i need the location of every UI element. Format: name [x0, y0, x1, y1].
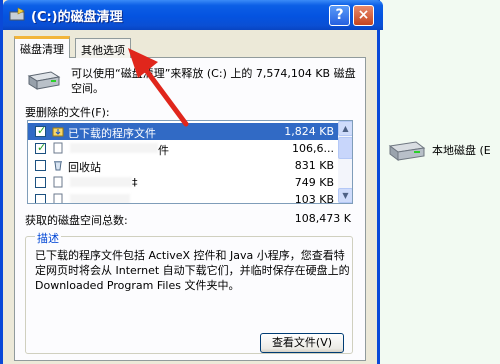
- scroll-down-icon[interactable]: ▼: [338, 188, 352, 203]
- files-to-delete-label: 要删除的文件(F):: [25, 106, 110, 119]
- desktop-background: [380, 0, 500, 364]
- local-disk-icon[interactable]: [386, 138, 426, 164]
- total-space-label: 获取的磁盘空间总数:: [25, 214, 128, 227]
- description-title: 描述: [35, 230, 61, 246]
- redacted-text: [70, 177, 132, 187]
- disk-cleanup-icon: [9, 7, 25, 21]
- file-checkbox[interactable]: ✓: [35, 141, 47, 154]
- file-checkbox[interactable]: [35, 177, 46, 188]
- list-scrollbar[interactable]: ▲ ▼: [338, 121, 352, 203]
- file-row[interactable]: 回收站 831 KB: [28, 157, 338, 174]
- file-icon: [53, 176, 63, 188]
- file-size: 1,824 KB: [284, 125, 334, 138]
- file-icon: [53, 193, 63, 203]
- file-row[interactable]: ✓ 件 106,6...: [28, 140, 338, 157]
- file-size: 106,6...: [292, 142, 334, 155]
- description-text: 已下载的程序文件包括 ActiveX 控件和 Java 小程序，您查看特定网页时…: [35, 249, 350, 292]
- local-disk-label[interactable]: 本地磁盘 (E: [432, 142, 491, 158]
- tab-disk-cleanup[interactable]: 磁盘清理: [14, 36, 70, 58]
- file-checkbox[interactable]: [35, 160, 46, 171]
- title-bar[interactable]: (C:)的磁盘清理 ? ×: [3, 0, 383, 30]
- file-name: 件: [158, 144, 169, 157]
- file-size: 749 KB: [294, 176, 334, 189]
- drive-icon: [27, 71, 61, 90]
- file-row[interactable]: ✓ 已下载的程序文件 1,824 KB: [28, 123, 338, 140]
- checkmark-icon: ✓: [37, 141, 47, 154]
- help-button[interactable]: ?: [329, 5, 350, 26]
- intro-text: 可以使用“磁盘清理”来释放 (C:) 上的 7,574,104 KB 磁盘空间。: [71, 67, 356, 95]
- file-icon: [53, 142, 63, 154]
- scroll-thumb[interactable]: [338, 137, 352, 159]
- files-list[interactable]: ✓ 已下载的程序文件 1,824 KB ✓ 件 106,6... 回收站 831…: [27, 120, 353, 204]
- recycle-bin-icon: [54, 161, 62, 171]
- scroll-up-icon[interactable]: ▲: [338, 121, 352, 136]
- file-checkbox[interactable]: [35, 194, 46, 203]
- file-name: 已下载的程序文件: [68, 127, 156, 140]
- window-title: (C:)的磁盘清理: [31, 10, 123, 25]
- file-name: 回收站: [68, 161, 101, 174]
- file-row[interactable]: 103 KB: [28, 191, 338, 204]
- redacted-text: [70, 194, 130, 203]
- file-name: ‡: [132, 176, 138, 189]
- checkmark-icon: ✓: [37, 124, 47, 137]
- disk-cleanup-window: (C:)的磁盘清理 ? × 磁盘清理 其他选项 可以使用“磁盘清理”来释放 (C…: [0, 0, 383, 364]
- view-files-button[interactable]: 查看文件(V): [260, 333, 344, 353]
- folder-download-icon: [52, 127, 64, 137]
- total-space-value: 108,473 K: [294, 212, 351, 225]
- file-checkbox[interactable]: ✓: [35, 124, 47, 137]
- file-row[interactable]: ‡ 749 KB: [28, 174, 338, 191]
- tab-more-options[interactable]: 其他选项: [75, 38, 131, 58]
- close-button[interactable]: ×: [353, 5, 374, 26]
- file-size: 103 KB: [294, 193, 334, 204]
- redacted-text: [70, 143, 158, 153]
- file-size: 831 KB: [294, 159, 334, 172]
